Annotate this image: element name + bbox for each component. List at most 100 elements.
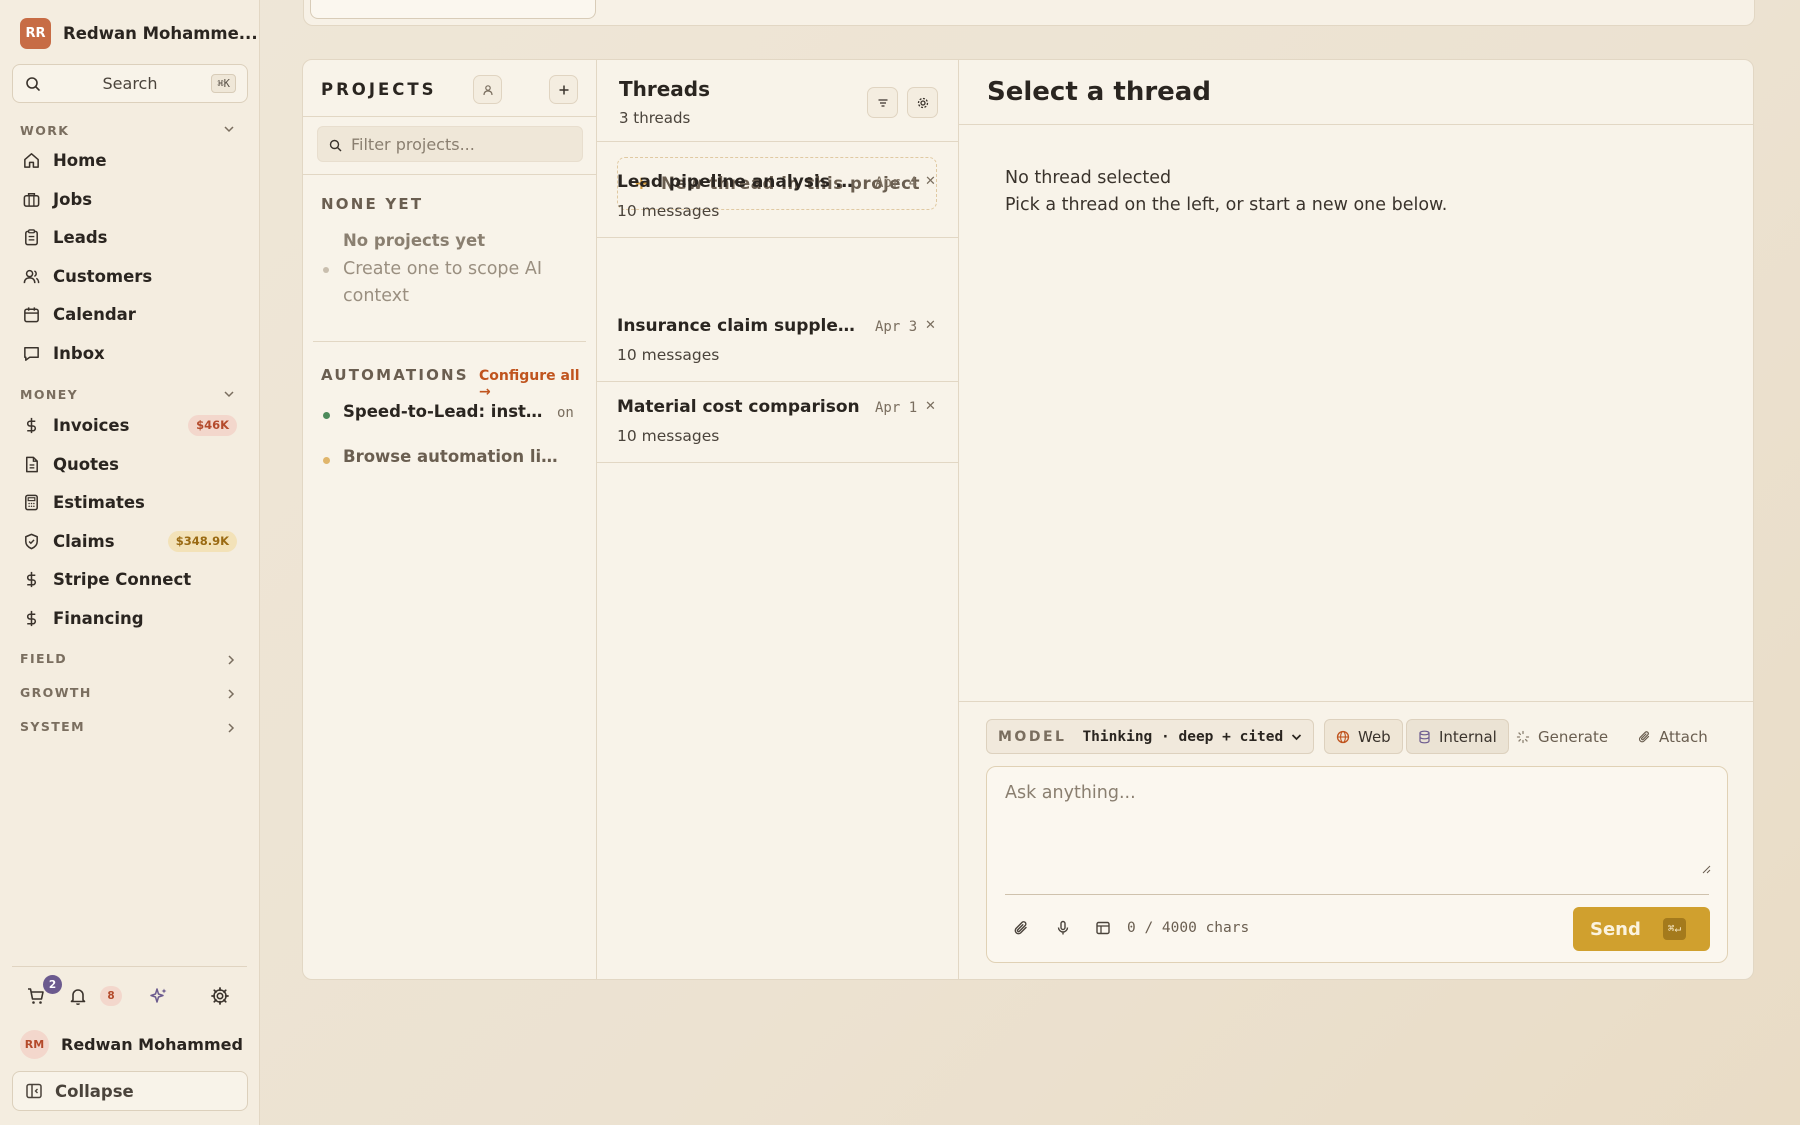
thread-date: Apr 3 <box>875 319 918 335</box>
close-icon[interactable]: ✕ <box>925 399 936 414</box>
divider <box>313 341 586 342</box>
close-icon[interactable]: ✕ <box>925 174 936 189</box>
message-composer[interactable]: Ask anything... 0 / 4000 chars Send ⌘↵ <box>986 766 1728 963</box>
model-select[interactable]: MODEL Thinking · deep + cited <box>986 719 1315 754</box>
message-input[interactable]: Ask anything... <box>1005 783 1136 803</box>
search-icon <box>329 139 342 152</box>
add-project-button[interactable] <box>549 75 578 104</box>
template-icon[interactable] <box>1095 920 1111 936</box>
filter-projects-input[interactable]: Filter projects... <box>317 126 583 162</box>
thread-item[interactable]: Insurance claim supplement Apr 3 ✕ 10 me… <box>597 302 958 382</box>
sidebar-item-label: Financing <box>53 609 144 628</box>
clipboard-icon <box>22 228 41 247</box>
thread-title: Material cost comparison <box>617 397 860 417</box>
generate-button[interactable]: Generate <box>1505 719 1619 754</box>
dollar-icon <box>22 416 41 435</box>
sidebar-item-stripe-connect[interactable]: Stripe Connect <box>22 570 191 589</box>
briefcase-icon <box>22 190 41 209</box>
thread-meta: 10 messages <box>617 202 720 220</box>
chevron-right-icon[interactable] <box>227 654 235 666</box>
attach-button[interactable]: Attach <box>1627 719 1719 754</box>
sidebar-item-invoices[interactable]: Invoices <box>22 416 129 435</box>
attach-label: Attach <box>1659 727 1708 746</box>
internal-label: Internal <box>1439 727 1497 746</box>
sidebar-item-label: Stripe Connect <box>53 570 192 589</box>
status-dot <box>323 457 330 464</box>
dollar-icon <box>22 609 41 628</box>
invoices-amount-badge: $46K <box>188 415 237 436</box>
send-shortcut: ⌘↵ <box>1662 918 1687 940</box>
sidebar-item-label: Home <box>53 151 107 170</box>
paperclip-icon[interactable] <box>1013 920 1029 936</box>
projects-group-heading: NONE YET <box>321 195 424 213</box>
chevron-right-icon[interactable] <box>227 688 235 700</box>
sidebar-item-inbox[interactable]: Inbox <box>22 344 105 363</box>
sidebar-item-label: Jobs <box>53 190 93 209</box>
dollar-icon <box>22 570 41 589</box>
cart-icon[interactable] <box>26 986 46 1006</box>
threads-heading: Threads <box>619 77 711 101</box>
generate-label: Generate <box>1538 727 1609 746</box>
section-work[interactable]: WORK <box>20 123 69 138</box>
sidebar-item-label: Leads <box>53 228 108 247</box>
message-icon <box>22 344 41 363</box>
configure-all-link[interactable]: Configure all → <box>479 368 596 400</box>
projects-user-button[interactable] <box>473 75 502 104</box>
sidebar-item-home[interactable]: Home <box>22 151 107 170</box>
user-icon <box>482 84 494 96</box>
sidebar-item-calendar[interactable]: Calendar <box>22 305 136 324</box>
thread-meta: 10 messages <box>617 427 720 445</box>
sidebar-item-customers[interactable]: Customers <box>22 267 152 286</box>
web-toggle[interactable]: Web <box>1324 719 1403 754</box>
divider <box>303 174 596 175</box>
sidebar-item-estimates[interactable]: Estimates <box>22 493 145 512</box>
user-profile[interactable]: RM Redwan Mohammed <box>20 1030 243 1059</box>
chevron-down-icon[interactable] <box>223 390 235 398</box>
sidebar-item-claims[interactable]: Claims <box>22 532 115 551</box>
section-growth[interactable]: GROWTH <box>20 685 92 700</box>
sidebar-item-quotes[interactable]: Quotes <box>22 455 119 474</box>
claims-amount-badge: $348.9K <box>167 531 237 552</box>
microphone-icon[interactable] <box>1055 920 1071 936</box>
gear-icon <box>916 96 930 110</box>
threads-column: Threads 3 threads + New thread in this p… <box>597 60 959 979</box>
resize-handle-icon[interactable] <box>1701 864 1711 874</box>
top-tab[interactable] <box>310 0 596 19</box>
section-system[interactable]: SYSTEM <box>20 719 85 734</box>
send-button[interactable]: Send ⌘↵ <box>1573 907 1710 951</box>
section-money[interactable]: MONEY <box>20 387 78 402</box>
model-value: Thinking · deep + cited <box>1082 728 1284 745</box>
sidebar-item-label: Claims <box>53 532 115 551</box>
spinner-icon <box>1516 730 1530 744</box>
search-button[interactable]: Search ⌘K <box>12 64 248 103</box>
sidebar-item-jobs[interactable]: Jobs <box>22 190 92 209</box>
gear-icon[interactable] <box>210 986 230 1006</box>
sparkles-icon[interactable] <box>149 986 169 1006</box>
workspace-switcher[interactable]: RR Redwan Mohamme... <box>20 18 258 49</box>
thread-settings-button[interactable] <box>907 87 938 118</box>
sidebar-item-financing[interactable]: Financing <box>22 609 144 628</box>
status-dot <box>323 412 330 419</box>
sidebar-item-leads[interactable]: Leads <box>22 228 107 247</box>
calculator-icon <box>22 493 41 512</box>
bell-icon[interactable] <box>68 986 88 1006</box>
shield-icon <box>22 532 41 551</box>
filter-threads-button[interactable] <box>867 87 898 118</box>
workspace-avatar: RR <box>20 18 51 49</box>
browse-automations-link[interactable]: Browse automation library <box>343 447 559 466</box>
close-icon[interactable]: ✕ <box>925 318 936 333</box>
empty-projects-desc: Create one to scope AI context <box>343 259 542 306</box>
automation-item[interactable]: Speed-to-Lead: instant reply <box>343 402 543 421</box>
section-field[interactable]: FIELD <box>20 651 67 666</box>
sidebar-item-label: Quotes <box>53 455 120 474</box>
thread-item[interactable]: Material cost comparison Apr 1 ✕ 10 mess… <box>597 383 958 463</box>
thread-item[interactable]: Lead pipeline analysis — Q2 Apr 4 ✕ 10 m… <box>597 158 958 238</box>
web-label: Web <box>1358 727 1391 746</box>
chevron-down-icon[interactable] <box>223 125 235 133</box>
users-icon <box>22 267 41 286</box>
chevron-right-icon[interactable] <box>227 722 235 734</box>
internal-toggle[interactable]: Internal <box>1406 719 1509 754</box>
collapse-button[interactable]: Collapse <box>12 1071 248 1111</box>
database-icon <box>1418 730 1431 744</box>
conversation-column: Select a thread No thread selected Pick … <box>959 60 1753 979</box>
